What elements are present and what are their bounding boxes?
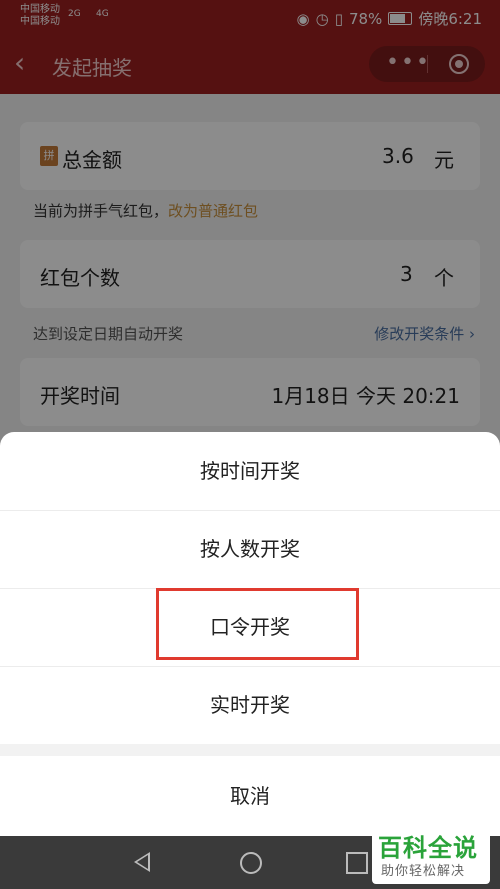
highlight-box (156, 588, 359, 660)
sheet-separator (0, 744, 500, 756)
nav-home-icon[interactable] (240, 852, 262, 874)
cancel-button[interactable]: 取消 (0, 756, 500, 836)
watermark-subtitle: 助你轻松解决 (381, 864, 466, 879)
watermark-logo: 百科全说 助你轻松解决 (372, 826, 490, 884)
option-count-draw[interactable]: 按人数开奖 (0, 510, 500, 589)
option-time-draw[interactable]: 按时间开奖 (0, 432, 500, 511)
watermark-title: 百科全说 (378, 834, 478, 862)
option-realtime-draw[interactable]: 实时开奖 (0, 666, 500, 744)
nav-back-icon[interactable] (134, 852, 150, 872)
nav-recent-icon[interactable] (346, 852, 368, 874)
